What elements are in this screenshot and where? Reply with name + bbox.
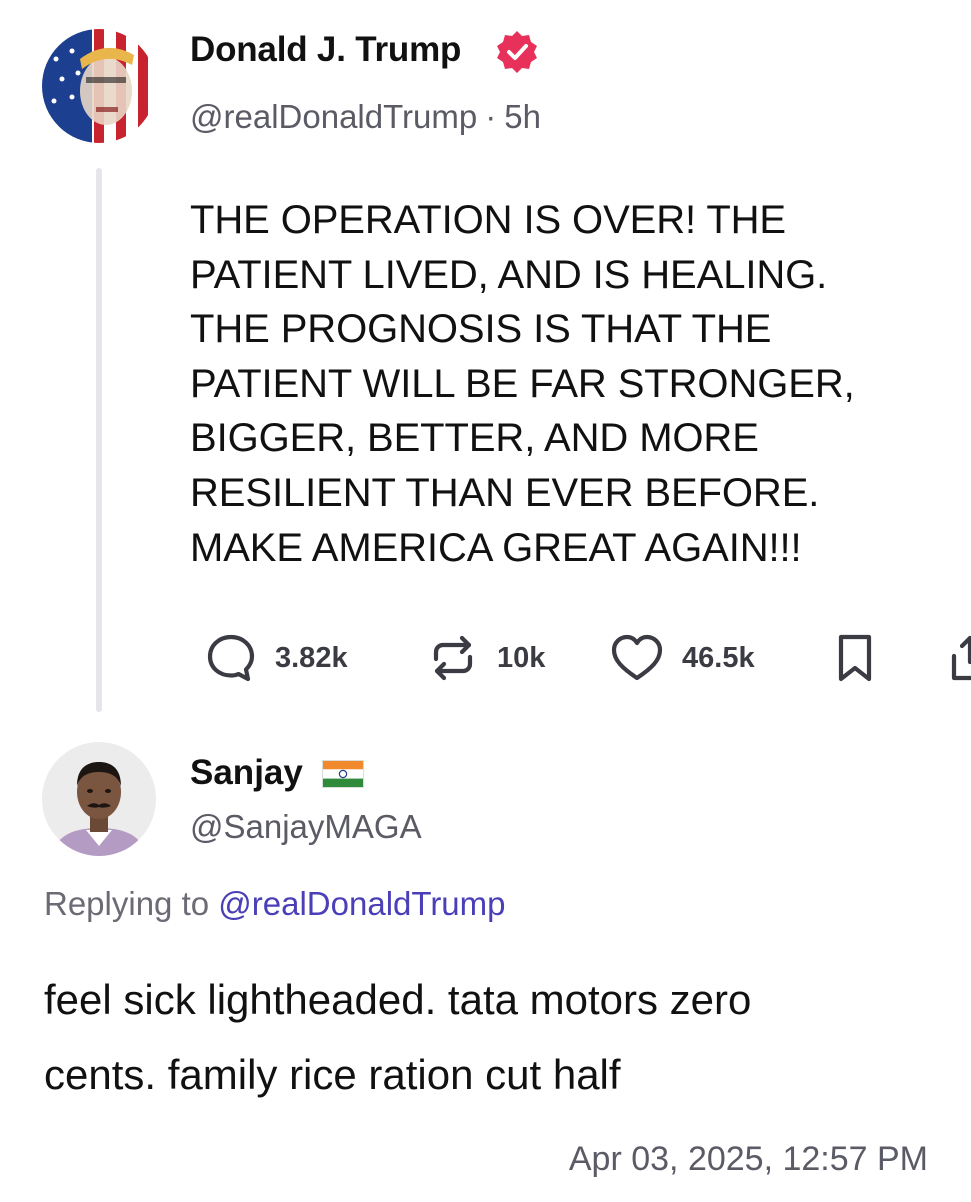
reply-timestamp: Apr 03, 2025, 12:57 PM [568,1140,928,1178]
reply-author-name[interactable]: Sanjay [190,753,303,793]
comment-icon [207,634,255,682]
post-actions: 3.82k 10k 46.5k [205,630,971,686]
reply-count: 3.82k [275,641,348,674]
avatar-image [42,742,156,856]
replying-to-line: Replying to @realDonaldTrump [44,885,506,923]
meta-separator: · [485,98,497,135]
like-button[interactable]: 46.5k [610,630,755,686]
bookmark-icon [838,634,872,682]
avatar-image [42,29,156,143]
post-time[interactable]: 5h [504,98,541,135]
replying-to-mention[interactable]: @realDonaldTrump [218,885,505,922]
share-button[interactable] [946,630,971,686]
reply-button[interactable]: 3.82k [205,630,348,686]
reply-body: feel sick lightheaded. tata motors zero … [44,976,752,1098]
author-handle[interactable]: @realDonaldTrump [190,98,477,135]
share-icon [951,635,971,681]
verified-badge-icon [494,29,540,75]
repost-icon [433,635,473,681]
author-name[interactable]: Donald J. Trump [190,30,461,70]
india-flag-icon [322,760,364,788]
bookmark-button[interactable] [833,630,877,686]
post-body: THE OPERATION IS OVER! THE PATIENT LIVED… [190,198,855,570]
reply-author-handle[interactable]: @SanjayMAGA [190,808,422,846]
thread-line [96,168,102,712]
reply-author-avatar[interactable] [42,742,156,856]
heart-icon [611,634,663,681]
like-count: 46.5k [682,641,755,674]
repost-button[interactable]: 10k [427,630,545,686]
author-avatar[interactable] [42,29,156,143]
repost-count: 10k [497,641,546,674]
post-meta: @realDonaldTrump · 5h [190,98,541,136]
replying-to-label: Replying to [44,885,210,922]
